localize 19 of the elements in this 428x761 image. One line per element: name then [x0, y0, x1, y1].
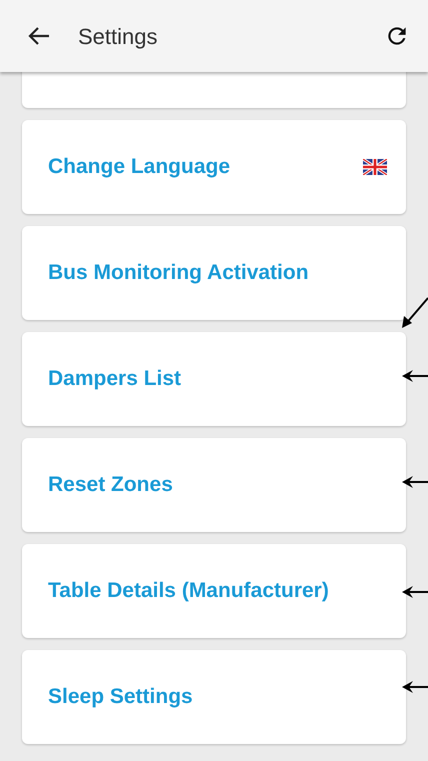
settings-item-label: Change Language — [48, 154, 230, 180]
settings-item-label: Sleep Settings — [48, 684, 193, 710]
screen-title: Settings — [78, 22, 158, 51]
settings-item-label: Dampers List — [48, 366, 182, 392]
settings-item[interactable]: Table Details (Manufacturer) — [22, 544, 406, 638]
settings-item-label: Reset Zones — [48, 472, 173, 498]
settings-item[interactable]: Reset Zones — [22, 438, 406, 532]
settings-item[interactable]: Bus Monitoring Activation — [22, 226, 406, 320]
settings-item-label: Table Details (Manufacturer) — [48, 578, 329, 604]
pointer-arrow — [402, 369, 428, 383]
settings-item-label: Bus Monitoring Activation — [48, 260, 309, 286]
pointer-arrow — [402, 475, 428, 489]
back-arrow-icon — [28, 26, 50, 46]
settings-item[interactable]: Change Language — [22, 120, 406, 214]
settings-item[interactable]: Sleep Settings — [22, 650, 406, 744]
flag-icon — [363, 159, 387, 175]
pointer-arrow — [402, 585, 428, 599]
pointer-arrow — [402, 680, 428, 694]
settings-item[interactable]: Dampers List — [22, 332, 406, 426]
